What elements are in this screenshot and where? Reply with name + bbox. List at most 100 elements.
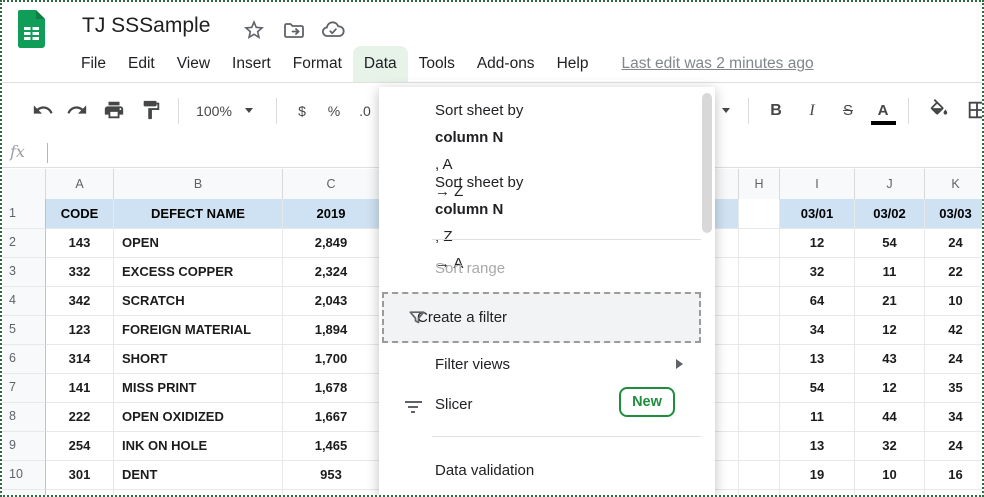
cell-defect-name[interactable]: MISS PRINT bbox=[114, 374, 283, 403]
undo-icon[interactable] bbox=[32, 99, 54, 121]
cell[interactable] bbox=[715, 374, 739, 403]
paint-format-icon[interactable] bbox=[140, 99, 162, 121]
cell-a1[interactable]: CODE bbox=[46, 199, 114, 229]
cell-2019[interactable]: 1,700 bbox=[283, 345, 380, 374]
menu-item-slicer[interactable]: Slicer New bbox=[379, 390, 701, 420]
cell-b1[interactable]: DEFECT NAME bbox=[114, 199, 283, 229]
cell-i1[interactable]: 03/01 bbox=[780, 199, 855, 229]
row-number[interactable]: 3 bbox=[2, 258, 46, 287]
cell-0303[interactable]: 24 bbox=[925, 345, 982, 374]
cell[interactable] bbox=[715, 490, 739, 495]
cell-defect-name[interactable]: FOREIGN MATERIAL bbox=[114, 316, 283, 345]
italic-button[interactable]: I bbox=[800, 100, 824, 122]
cell-g1-partial[interactable]: D bbox=[715, 199, 739, 229]
cell-code[interactable]: 254 bbox=[46, 432, 114, 461]
row-number[interactable]: 5 bbox=[2, 316, 46, 345]
cell[interactable] bbox=[780, 490, 855, 495]
cell[interactable] bbox=[739, 490, 780, 495]
cell-0302[interactable]: 11 bbox=[855, 258, 925, 287]
cell[interactable] bbox=[925, 490, 982, 495]
row-number[interactable]: 9 bbox=[2, 432, 46, 461]
cell-0303[interactable]: 42 bbox=[925, 316, 982, 345]
cell-defect-name[interactable]: INK ON HOLE bbox=[114, 432, 283, 461]
cell[interactable] bbox=[114, 490, 283, 495]
cell-2019[interactable]: 2,849 bbox=[283, 229, 380, 258]
format-percent-button[interactable]: % bbox=[324, 100, 344, 122]
cell[interactable] bbox=[715, 316, 739, 345]
column-header-j[interactable]: J bbox=[855, 169, 925, 199]
column-header-b[interactable]: B bbox=[114, 169, 283, 199]
cell-0301[interactable]: 64 bbox=[780, 287, 855, 316]
cell-defect-name[interactable]: EXCESS COPPER bbox=[114, 258, 283, 287]
redo-icon[interactable] bbox=[66, 99, 88, 121]
print-icon[interactable] bbox=[103, 99, 125, 121]
column-header-c[interactable]: C bbox=[283, 169, 380, 199]
menu-file[interactable]: File bbox=[70, 46, 117, 82]
bold-button[interactable]: B bbox=[764, 100, 788, 122]
cell-0302[interactable]: 12 bbox=[855, 374, 925, 403]
cell-0301[interactable]: 13 bbox=[780, 345, 855, 374]
cell-0302[interactable]: 44 bbox=[855, 403, 925, 432]
cell-h1[interactable] bbox=[739, 199, 780, 229]
cell-defect-name[interactable]: SHORT bbox=[114, 345, 283, 374]
cell-2019[interactable]: 2,043 bbox=[283, 287, 380, 316]
cell-2019[interactable]: 2,324 bbox=[283, 258, 380, 287]
last-edit-link[interactable]: Last edit was 2 minutes ago bbox=[621, 46, 813, 82]
cell-0303[interactable]: 35 bbox=[925, 374, 982, 403]
cell-code[interactable]: 222 bbox=[46, 403, 114, 432]
column-header-k[interactable]: K bbox=[925, 169, 982, 199]
cell[interactable] bbox=[739, 374, 780, 403]
cell[interactable] bbox=[855, 490, 925, 495]
cell-0301[interactable]: 11 bbox=[780, 403, 855, 432]
cell-0303[interactable]: 34 bbox=[925, 403, 982, 432]
cell[interactable] bbox=[739, 461, 780, 490]
cell[interactable] bbox=[715, 229, 739, 258]
cell-code[interactable]: 301 bbox=[46, 461, 114, 490]
row-number[interactable]: 6 bbox=[2, 345, 46, 374]
fill-color-icon[interactable] bbox=[928, 99, 950, 121]
cell-0302[interactable]: 12 bbox=[855, 316, 925, 345]
menu-help[interactable]: Help bbox=[546, 46, 600, 82]
borders-icon[interactable] bbox=[966, 99, 984, 121]
format-currency-button[interactable]: $ bbox=[292, 100, 312, 122]
cell-2019[interactable]: 953 bbox=[283, 461, 380, 490]
cell-j1[interactable]: 03/02 bbox=[855, 199, 925, 229]
cell[interactable] bbox=[739, 432, 780, 461]
cell-defect-name[interactable]: OPEN OXIDIZED bbox=[114, 403, 283, 432]
cell-code[interactable]: 314 bbox=[46, 345, 114, 374]
star-icon[interactable] bbox=[242, 18, 266, 42]
cell-0303[interactable]: 22 bbox=[925, 258, 982, 287]
cell-code[interactable]: 143 bbox=[46, 229, 114, 258]
cell[interactable] bbox=[46, 490, 114, 495]
cell-defect-name[interactable]: OPEN bbox=[114, 229, 283, 258]
cell[interactable] bbox=[739, 345, 780, 374]
column-header-partial[interactable] bbox=[715, 169, 739, 199]
cell-0302[interactable]: 21 bbox=[855, 287, 925, 316]
cell-0303[interactable]: 16 bbox=[925, 461, 982, 490]
cell-0303[interactable]: 10 bbox=[925, 287, 982, 316]
cell-code[interactable]: 141 bbox=[46, 374, 114, 403]
cell-0301[interactable]: 34 bbox=[780, 316, 855, 345]
cloud-check-icon[interactable] bbox=[321, 18, 345, 42]
cell[interactable] bbox=[739, 258, 780, 287]
cell-0301[interactable]: 13 bbox=[780, 432, 855, 461]
menu-scrollbar[interactable] bbox=[702, 93, 712, 233]
cell-code[interactable]: 342 bbox=[46, 287, 114, 316]
cell[interactable] bbox=[715, 432, 739, 461]
font-caret-icon[interactable] bbox=[722, 108, 730, 113]
row-number[interactable]: 8 bbox=[2, 403, 46, 432]
move-to-folder-icon[interactable] bbox=[282, 18, 306, 42]
cell-0301[interactable]: 19 bbox=[780, 461, 855, 490]
cell-0302[interactable]: 10 bbox=[855, 461, 925, 490]
cell-0302[interactable]: 54 bbox=[855, 229, 925, 258]
column-header-i[interactable]: I bbox=[780, 169, 855, 199]
text-color-button[interactable]: A bbox=[871, 100, 895, 122]
cell-0301[interactable]: 12 bbox=[780, 229, 855, 258]
cell[interactable] bbox=[283, 490, 380, 495]
menu-item-filter-views[interactable]: Filter views bbox=[379, 350, 701, 380]
menu-insert[interactable]: Insert bbox=[221, 46, 282, 82]
cell[interactable] bbox=[739, 229, 780, 258]
cell[interactable] bbox=[715, 258, 739, 287]
document-title[interactable]: TJ SSSample bbox=[82, 14, 210, 38]
cell-code[interactable]: 332 bbox=[46, 258, 114, 287]
